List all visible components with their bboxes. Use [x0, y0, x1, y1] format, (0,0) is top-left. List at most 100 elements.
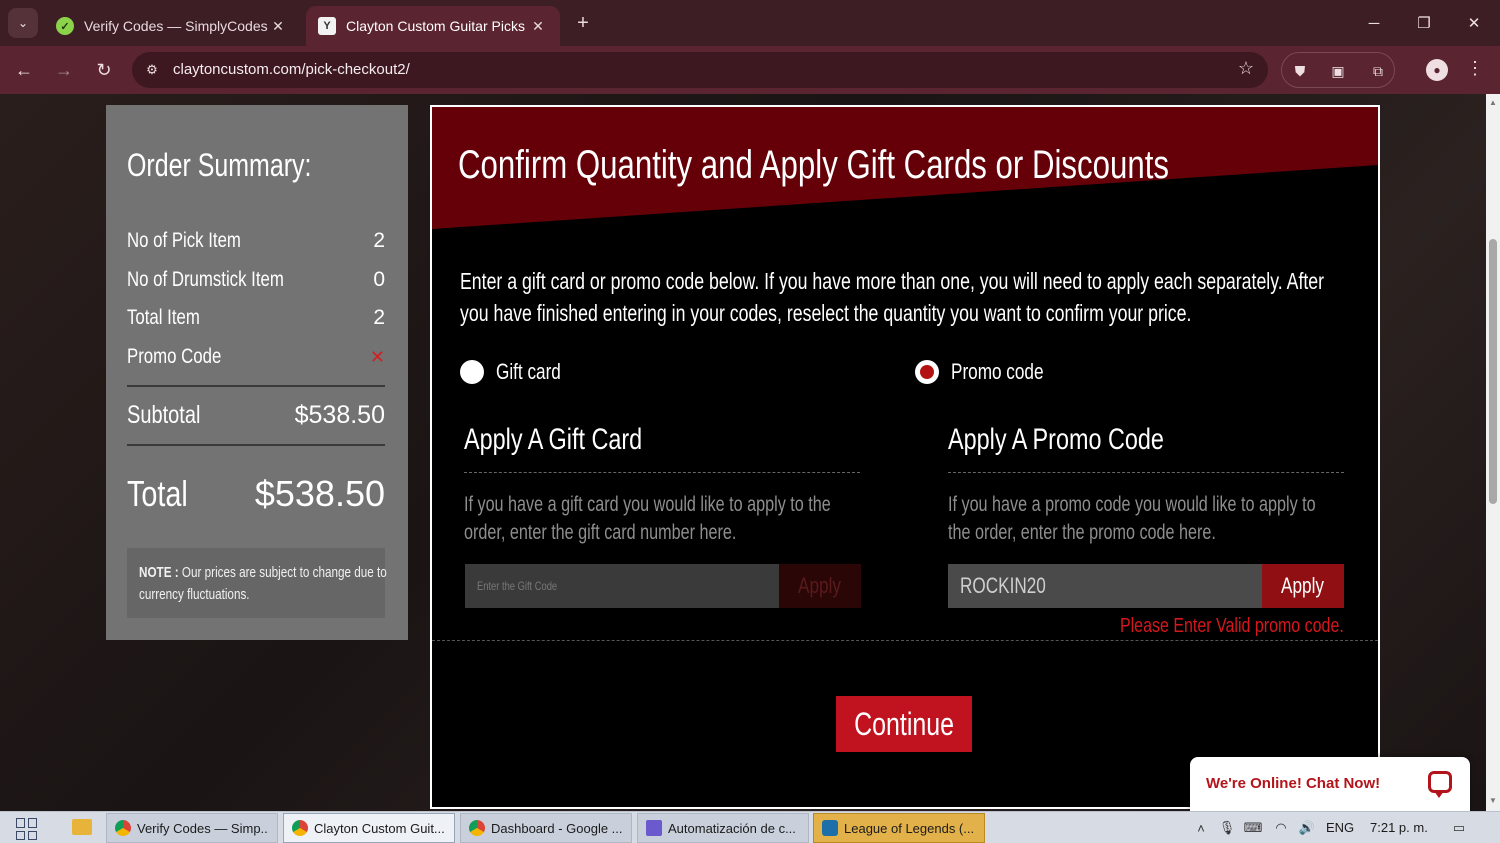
taskbar-item-label: Automatización de c... [668, 820, 796, 836]
gift-card-title: Apply A Gift Card [464, 423, 643, 456]
forward-arrow-icon[interactable]: → [50, 56, 78, 84]
intro-text: Enter a gift card or promo code below. I… [460, 268, 1325, 326]
gift-card-divider [464, 472, 860, 473]
total-value: $538.50 [254, 473, 385, 514]
taskbar-item-league[interactable]: League of Legends (... [813, 813, 985, 843]
chrome-icon [292, 820, 308, 836]
wifi-icon[interactable]: ◠ [1273, 820, 1289, 836]
summary-row-total-items: Total Item 2 [127, 306, 385, 332]
total-label: Total [127, 473, 188, 514]
windows-taskbar: Verify Codes — Simp... Clayton Custom Gu… [0, 811, 1500, 843]
back-arrow-icon[interactable]: ← [10, 56, 38, 84]
gift-code-placeholder: Enter the Gift Code [477, 579, 558, 593]
tab-title: Clayton Custom Guitar Picks - P [346, 18, 528, 34]
puzzle-extensions-icon[interactable]: ⧉ [1368, 61, 1388, 81]
panel-title: Confirm Quantity and Apply Gift Cards or… [458, 143, 1169, 187]
summary-total: Total $538.50 [127, 473, 385, 517]
bookmark-star-icon[interactable]: ☆ [1238, 58, 1254, 79]
extensions-group: ⛊ ▣ ⧉ [1281, 52, 1395, 88]
promo-apply-label: Apply [1281, 573, 1325, 598]
menu-kebab-icon[interactable]: ⋮ [1466, 58, 1484, 79]
promo-code-radio-label[interactable]: Promo code [951, 359, 1044, 385]
summary-row-drumsticks: No of Drumstick Item 0 [127, 268, 385, 294]
profile-avatar-icon[interactable]: ● [1426, 59, 1448, 81]
gift-apply-label: Apply [798, 573, 842, 598]
summary-row-promo-code: Promo Code ✕ [127, 345, 385, 371]
gift-code-input[interactable]: Enter the Gift Code [465, 564, 779, 608]
address-bar[interactable]: ⚙ claytoncustom.com/pick-checkout2/ ☆ [132, 52, 1268, 88]
taskbar-item-dashboard[interactable]: Dashboard - Google ... [460, 813, 632, 843]
summary-label: Promo Code [127, 345, 222, 368]
language-indicator[interactable]: ENG [1326, 820, 1354, 835]
input-method-icon[interactable]: ⌨ [1244, 820, 1263, 836]
promo-code-value: ROCKIN20 [960, 573, 1046, 598]
subtotal-value: $538.50 [294, 401, 385, 429]
microphone-icon[interactable]: 🎙 [1219, 820, 1236, 836]
gift-card-radio[interactable] [460, 360, 484, 384]
scroll-thumb[interactable] [1489, 239, 1497, 504]
taskbar-item-automatizacion[interactable]: Automatización de c... [637, 813, 809, 843]
promo-code-divider [948, 472, 1344, 473]
summary-label: Total Item [127, 306, 200, 329]
shield-extension-icon[interactable]: ⛊ [1290, 61, 1310, 81]
clock[interactable]: 7:21 p. m. [1370, 820, 1428, 835]
taskbar-item-label: Clayton Custom Guit... [314, 820, 445, 836]
panel-header: Confirm Quantity and Apply Gift Cards or… [432, 107, 1378, 229]
tab-close-icon[interactable]: ✕ [528, 18, 548, 35]
checkout-panel: Confirm Quantity and Apply Gift Cards or… [430, 105, 1380, 809]
url-text[interactable]: claytoncustom.com/pick-checkout2/ [173, 61, 410, 78]
scroll-up-arrow-icon[interactable]: ▲ [1488, 98, 1498, 108]
restore-icon[interactable]: ❐ [1404, 8, 1444, 38]
close-window-icon[interactable]: ✕ [1454, 8, 1494, 38]
task-view-grid-icon[interactable] [16, 818, 38, 840]
clayton-favicon-icon: Y [318, 17, 336, 35]
gift-card-radio-label[interactable]: Gift card [496, 359, 561, 385]
chat-bubble-icon[interactable] [1428, 771, 1452, 798]
chrome-icon [115, 820, 131, 836]
summary-divider [127, 385, 385, 387]
tab-verify-codes[interactable]: ✓ Verify Codes — SimplyCodes ✕ [44, 6, 300, 46]
site-info-icon[interactable]: ⚙ [142, 60, 162, 80]
promo-code-input[interactable]: ROCKIN20 [948, 564, 1262, 608]
taskbar-item-clayton[interactable]: Clayton Custom Guit... [283, 813, 455, 843]
page-scrollbar[interactable]: ▲ ▼ [1486, 94, 1500, 811]
continue-button[interactable]: Continue [836, 696, 972, 752]
notifications-icon[interactable]: ▭ [1450, 820, 1468, 836]
feather-app-icon [646, 820, 662, 836]
chat-label[interactable]: We're Online! Chat Now! [1206, 775, 1380, 792]
promo-code-radio[interactable] [915, 360, 939, 384]
chrome-icon [469, 820, 485, 836]
summary-row-picks: No of Pick Item 2 [127, 229, 385, 255]
price-note: NOTE : Our prices are subject to change … [127, 548, 387, 618]
section-separator [432, 640, 1378, 641]
promo-code-description: If you have a promo code you would like … [948, 493, 1316, 544]
summary-value: 0 [373, 268, 385, 291]
taskbar-item-verify-codes[interactable]: Verify Codes — Simp... [106, 813, 278, 843]
promo-apply-button[interactable]: Apply [1262, 564, 1344, 608]
gift-card-description: If you have a gift card you would like t… [464, 493, 831, 544]
tray-chevron-up-icon[interactable]: ˄ [1193, 820, 1209, 836]
live-chat-widget[interactable]: We're Online! Chat Now! [1190, 757, 1470, 811]
minimize-icon[interactable]: ─ [1354, 8, 1394, 38]
summary-label: No of Pick Item [127, 229, 241, 252]
gift-apply-button[interactable]: Apply [779, 564, 861, 608]
subtotal-label: Subtotal [127, 401, 201, 429]
tab-close-icon[interactable]: ✕ [268, 18, 288, 35]
page-background: Order Summary: No of Pick Item 2 No of D… [0, 94, 1486, 811]
volume-icon[interactable]: 🔊 [1299, 820, 1315, 836]
new-tab-plus-icon[interactable]: + [570, 10, 596, 36]
summary-title: Order Summary: [127, 147, 312, 183]
summary-subtotal: Subtotal $538.50 [127, 401, 385, 435]
browser-toolbar: ← → ↻ ⚙ claytoncustom.com/pick-checkout2… [0, 46, 1500, 94]
screen-extension-icon[interactable]: ▣ [1328, 61, 1348, 81]
reload-icon[interactable]: ↻ [90, 56, 118, 84]
scroll-down-arrow-icon[interactable]: ▼ [1488, 796, 1498, 806]
taskbar-item-label: Verify Codes — Simp... [137, 820, 269, 836]
summary-value: 2 [373, 229, 385, 252]
tab-search-chevron-icon[interactable]: ⌄ [8, 8, 38, 38]
simplycodes-favicon-icon: ✓ [56, 17, 74, 35]
tab-clayton-custom[interactable]: Y Clayton Custom Guitar Picks - P ✕ [306, 6, 560, 46]
file-explorer-icon[interactable] [72, 819, 92, 835]
promo-missing-x-icon: ✕ [369, 347, 385, 367]
league-of-legends-icon [822, 820, 838, 836]
